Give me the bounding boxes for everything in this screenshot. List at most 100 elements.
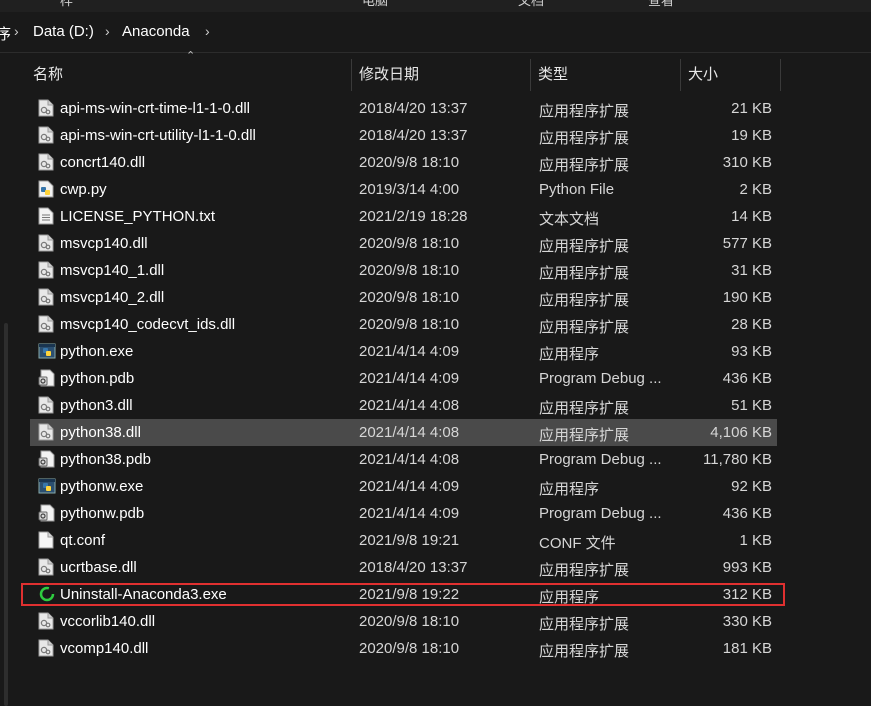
nav-pane-scrollbar[interactable] <box>4 323 8 706</box>
dll-file-icon <box>38 126 54 144</box>
file-size: 14 KB <box>731 208 772 225</box>
file-type: Program Debug ... <box>539 451 662 468</box>
breadcrumb-item-folder[interactable]: Anaconda <box>122 23 190 40</box>
sort-ascending-icon: ⌃ <box>186 50 196 62</box>
file-type: 应用程序扩展 <box>539 157 630 174</box>
file-size: 28 KB <box>731 316 772 333</box>
file-type: 应用程序扩展 <box>539 427 630 444</box>
file-row[interactable]: api-ms-win-crt-time-l1-1-0.dll 2018/4/20 … <box>30 95 777 122</box>
file-date: 2021/4/14 4:09 <box>359 343 460 360</box>
file-size: 577 KB <box>722 235 772 252</box>
file-size: 4,106 KB <box>710 424 772 441</box>
chevron-right-icon[interactable]: › <box>205 23 210 39</box>
top-strip-fragment: 查看 <box>648 0 675 8</box>
file-date: 2019/3/14 4:00 <box>359 181 460 198</box>
file-name: api-ms-win-crt-utility-l1-1-0.dll <box>60 127 256 144</box>
dll-file-icon <box>38 99 54 117</box>
pdb-file-icon <box>38 369 55 387</box>
file-name: python.exe <box>60 343 134 360</box>
python-file-icon <box>38 180 54 198</box>
file-size: 190 KB <box>722 289 772 306</box>
file-row[interactable]: msvcp140_1.dll 2020/9/8 18:10 应用程序扩展 31 KB <box>30 257 777 284</box>
text-file-icon <box>38 207 54 225</box>
breadcrumb-item-drive[interactable]: Data (D:) <box>33 23 94 40</box>
file-size: 21 KB <box>731 100 772 117</box>
dll-file-icon <box>38 261 54 279</box>
file-row[interactable]: vccorlib140.dll 2020/9/8 18:10 应用程序扩展 330 K… <box>30 608 777 635</box>
file-name: python38.dll <box>60 424 141 441</box>
file-row[interactable]: vcomp140.dll 2020/9/8 18:10 应用程序扩展 181 KB <box>30 635 777 662</box>
python-exe-icon <box>38 342 56 360</box>
top-strip-fragment: 电脑 <box>362 0 389 8</box>
file-size: 11,780 KB <box>703 451 772 468</box>
window-top-strip: 样 电脑 文档 查看 <box>0 0 871 12</box>
column-divider[interactable] <box>680 59 681 91</box>
file-size: 19 KB <box>731 127 772 144</box>
file-row[interactable]: ucrtbase.dll 2018/4/20 13:37 应用程序扩展 993 KB <box>30 554 777 581</box>
dll-file-icon <box>38 396 54 414</box>
chevron-right-icon[interactable]: › <box>105 23 110 39</box>
file-date: 2020/9/8 18:10 <box>359 640 460 657</box>
file-size: 31 KB <box>731 262 772 279</box>
column-header-size[interactable]: 大小 <box>688 57 718 93</box>
file-name: LICENSE_PYTHON.txt <box>60 208 216 225</box>
column-header-date[interactable]: 修改日期 <box>359 57 419 93</box>
file-row[interactable]: pythonw.exe 2021/4/14 4:09 应用程序 92 KB <box>30 473 777 500</box>
file-name: cwp.py <box>60 181 107 198</box>
file-date: 2018/4/20 13:37 <box>359 127 468 144</box>
python-exe-icon <box>38 477 56 495</box>
file-type: Python File <box>539 181 615 198</box>
file-size: 92 KB <box>731 478 772 495</box>
file-row[interactable]: python.exe 2021/4/14 4:09 应用程序 93 KB <box>30 338 777 365</box>
file-name: concrt140.dll <box>60 154 146 171</box>
file-row[interactable]: python.pdb 2021/4/14 4:09 Program Debug ..… <box>30 365 777 392</box>
file-name: api-ms-win-crt-time-l1-1-0.dll <box>60 100 251 117</box>
column-header-name[interactable]: 名称 <box>33 57 63 93</box>
file-date: 2020/9/8 18:10 <box>359 316 460 333</box>
file-date: 2021/9/8 19:21 <box>359 532 460 549</box>
file-row[interactable]: python3.dll 2021/4/14 4:08 应用程序扩展 51 KB <box>30 392 777 419</box>
file-row[interactable]: msvcp140_2.dll 2020/9/8 18:10 应用程序扩展 190 KB <box>30 284 777 311</box>
column-divider[interactable] <box>351 59 352 91</box>
address-bar[interactable]: 序 › Data (D:) › Anaconda › <box>0 12 871 53</box>
pdb-file-icon <box>38 504 55 522</box>
file-size: 93 KB <box>731 343 772 360</box>
file-row[interactable]: cwp.py 2019/3/14 4:00 Python File 2 KB <box>30 176 777 203</box>
file-name: pythonw.exe <box>60 478 144 495</box>
file-date: 2021/4/14 4:08 <box>359 397 460 414</box>
chevron-right-icon[interactable]: › <box>14 23 19 39</box>
file-size: 330 KB <box>722 613 772 630</box>
file-row[interactable]: python38.dll 2021/4/14 4:08 应用程序扩展 4,106 KB <box>30 419 777 446</box>
file-row[interactable]: qt.conf 2021/9/8 19:21 CONF 文件 1 KB <box>30 527 777 554</box>
column-divider[interactable] <box>780 59 781 91</box>
file-row[interactable]: msvcp140_codecvt_ids.dll 2020/9/8 18:10 应用… <box>30 311 777 338</box>
file-row[interactable]: python38.pdb 2021/4/14 4:08 Program Debug … <box>30 446 777 473</box>
column-divider[interactable] <box>530 59 531 91</box>
file-name: msvcp140.dll <box>60 235 148 252</box>
file-type: 应用程序扩展 <box>539 319 630 336</box>
file-row[interactable]: msvcp140.dll 2020/9/8 18:10 应用程序扩展 577 KB <box>30 230 777 257</box>
dll-file-icon <box>38 612 54 630</box>
file-row[interactable]: pythonw.pdb 2021/4/14 4:09 Program Debug .… <box>30 500 777 527</box>
file-type: 应用程序扩展 <box>539 265 630 282</box>
file-date: 2021/4/14 4:08 <box>359 451 460 468</box>
file-name: msvcp140_1.dll <box>60 262 165 279</box>
file-date: 2020/9/8 18:10 <box>359 289 460 306</box>
file-type: 文本文档 <box>539 211 600 228</box>
column-header-type[interactable]: 类型 <box>538 57 568 93</box>
file-date: 2020/9/8 18:10 <box>359 235 460 252</box>
file-type: 应用程序 <box>539 346 600 363</box>
file-size: 310 KB <box>722 154 772 171</box>
file-date: 2021/4/14 4:09 <box>359 370 460 387</box>
file-type: 应用程序 <box>539 481 600 498</box>
file-name: python3.dll <box>60 397 133 414</box>
file-date: 2018/4/20 13:37 <box>359 100 468 117</box>
file-row[interactable]: concrt140.dll 2020/9/8 18:10 应用程序扩展 310 KB <box>30 149 777 176</box>
file-type: 应用程序扩展 <box>539 616 630 633</box>
column-header-row: ⌃ 名称 修改日期 类型 大小 <box>18 50 871 93</box>
file-row[interactable]: LICENSE_PYTHON.txt 2021/2/19 18:28 文本文档 14 … <box>30 203 777 230</box>
file-row[interactable]: api-ms-win-crt-utility-l1-1-0.dll 2018/4/… <box>30 122 777 149</box>
top-strip-fragment: 文档 <box>518 0 545 8</box>
pdb-file-icon <box>38 450 55 468</box>
file-size: 436 KB <box>722 370 772 387</box>
